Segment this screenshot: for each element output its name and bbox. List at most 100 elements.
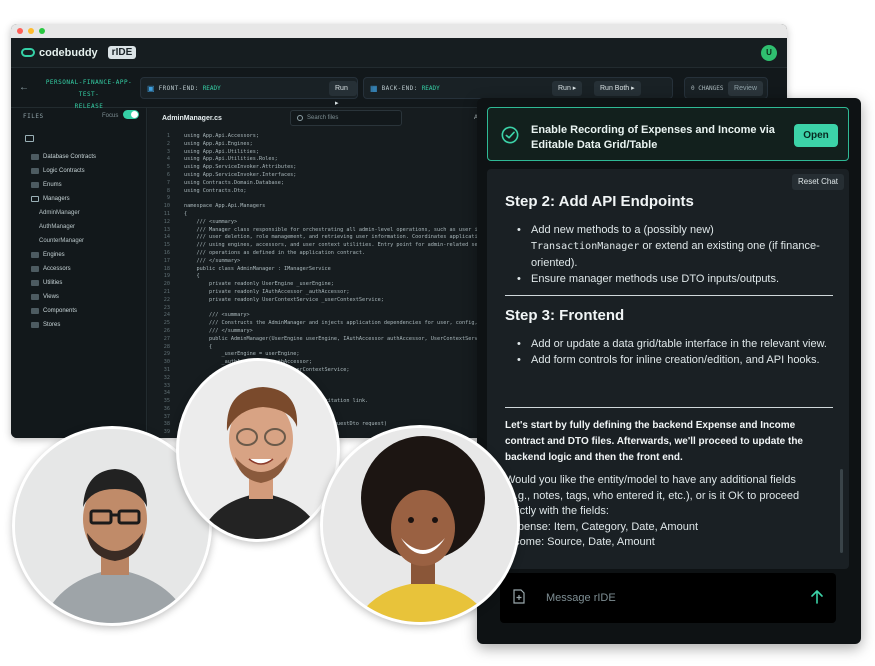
question-line-1: Would you like the entity/model to have … [505,474,796,486]
tree-item-label: Stores [43,322,61,328]
tree-item-label: Components [43,308,78,314]
line-number: 21 [163,288,170,295]
line-number: 26 [163,327,170,334]
line-number: 34 [163,390,170,397]
file-search[interactable]: Search files [290,110,402,126]
backend-status: READY [421,84,440,92]
tree-file-counter-manager[interactable]: CounterManager [11,234,147,248]
tree-item-views[interactable]: Views [11,290,147,304]
files-header: FILES [23,113,44,120]
tree-item-database-contracts[interactable]: Database Contracts [11,150,147,164]
project-name-line1: PERSONAL-FINANCE-APP-TEST- [45,79,133,98]
tree-item-stores[interactable]: Stores [11,318,147,332]
focus-label: Focus [102,113,119,119]
line-number: 8 [166,187,170,194]
line-number: 1 [166,133,170,139]
back-arrow-icon[interactable]: ← [19,82,29,93]
line-number: 39 [163,429,170,436]
step3-b1-text: Add or update a data grid/table interfac… [531,338,827,350]
tree-item-utilities[interactable]: Utilities [11,276,147,290]
income-fields-line: Income: Source, Date, Amount [505,536,655,548]
folder-icon [31,154,39,160]
chat-scrollbar[interactable] [840,469,843,553]
maximize-window-dot[interactable] [39,28,45,34]
search-icon [297,115,303,121]
tree-item-engines[interactable]: Engines [11,248,147,262]
line-number: 14 [163,234,170,241]
divider [505,407,833,408]
question-line-2: (e.g., notes, tags, who entered it, etc.… [505,489,800,502]
tree-item-label: CounterManager [39,238,85,244]
line-number: 27 [163,335,170,342]
attach-file-icon[interactable] [513,589,525,604]
step2-bullet-1: Add new methods to a (possibly new) Trans… [505,222,829,271]
line-number: 28 [163,343,170,350]
step2-list: Add new methods to a (possibly new) Trans… [505,222,829,287]
message-area[interactable]: Reset Chat Step 2: Add API Endpoints Add… [487,169,849,569]
person-illustration [323,428,517,622]
line-number: 22 [163,296,170,303]
folder-icon [31,280,39,286]
step3-heading: Step 3: Frontend [505,307,625,324]
window-titlebar [11,24,787,38]
focus-toggle[interactable] [123,110,139,119]
user-avatar[interactable]: U [761,45,777,61]
line-number: 29 [163,351,170,358]
changes-count: 0 CHANGES [691,85,724,92]
reset-chat-button[interactable]: Reset Chat [791,174,844,190]
step2-b1-code: TransactionManager [531,241,640,252]
backend-label: BACK-END: [381,84,418,92]
message-input[interactable]: Message rIDE [500,573,836,623]
line-number: 2 [166,140,170,147]
root-folder-icon[interactable] [25,135,34,142]
tree-item-label: Database Contracts [43,154,97,160]
close-window-dot[interactable] [17,28,23,34]
send-arrow-icon[interactable] [810,589,824,604]
tree-item-accessors[interactable]: Accessors [11,262,147,276]
run-both-button[interactable]: Run Both ▸ [594,81,641,96]
tree-item-managers[interactable]: Managers [11,192,147,206]
line-number: 25 [163,320,170,327]
brand-logo[interactable]: codebuddy rIDE [21,46,137,59]
divider [505,295,833,296]
tree-item-components[interactable]: Components [11,304,147,318]
bold-paragraph: Let's start by fully defining the backen… [505,420,803,463]
open-task-button[interactable]: Open [794,124,838,147]
editor-tab[interactable]: AdminManager.cs [162,115,222,122]
backend-run-button[interactable]: Run ▸ [552,81,583,96]
step2-heading: Step 2: Add API Endpoints [505,193,694,210]
tree-file-admin-manager[interactable]: AdminManager [11,206,147,220]
step3-bullet-1: Add or update a data grid/table interfac… [505,336,829,352]
line-number: 36 [163,405,170,412]
tree-file-auth-manager[interactable]: AuthManager [11,220,147,234]
step3-bullet-2: Add form controls for inline creation/ed… [505,352,829,368]
line-number: 33 [163,382,170,389]
question-paragraph: Would you like the entity/model to have … [505,473,835,551]
line-number: 18 [163,265,170,272]
mode-badge: rIDE [107,46,137,59]
folder-icon [31,322,39,328]
review-button[interactable]: Review [728,81,763,96]
backend-env-panel: ▦ BACK-END: READY Run ▸ Run Both ▸ [363,77,673,99]
frontend-status: READY [202,84,221,92]
line-number: 13 [163,226,170,233]
tree-item-enums[interactable]: Enums [11,178,147,192]
line-number: 30 [163,359,170,366]
tree-item-logic-contracts[interactable]: Logic Contracts [11,164,147,178]
task-card: Enable Recording of Expenses and Income … [487,107,849,161]
line-number: 37 [163,413,170,420]
step3-b2-text: Add form controls for inline creation/ed… [531,354,820,366]
run-both-label: Run Both [600,85,630,92]
play-icon: ▸ [572,85,577,92]
marketing-composite: { "app": { "brand": "codebuddy", "mode_b… [0,0,875,666]
line-number: 31 [163,366,170,373]
frontend-run-button[interactable]: Run ▸ [329,81,357,107]
codebuddy-logo-icon [21,48,35,57]
line-number: 35 [163,398,170,405]
chat-panel: Enable Recording of Expenses and Income … [477,98,861,644]
person-photo-smiling-man [176,358,340,542]
minimize-window-dot[interactable] [28,28,34,34]
line-number: 24 [163,312,170,319]
line-number: 7 [166,179,170,186]
check-circle-icon [501,126,519,144]
